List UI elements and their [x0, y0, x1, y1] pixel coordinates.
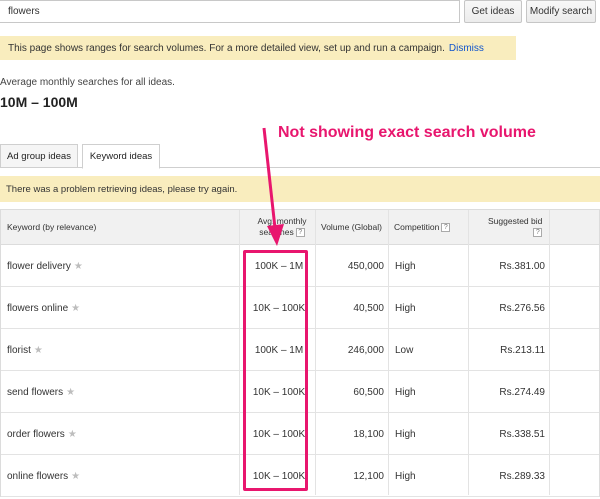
search-input[interactable] — [0, 0, 460, 23]
summary-value: 10M – 100M — [0, 94, 78, 110]
keyword-link[interactable]: flowers online — [7, 303, 68, 314]
volume-cell: 40,500 — [353, 302, 384, 314]
header-volume[interactable]: Volume (Global) — [321, 222, 382, 233]
summary-label: Average monthly searches for all ideas. — [0, 77, 175, 88]
bid-cell: Rs.381.00 — [499, 260, 545, 272]
volume-cell: 246,000 — [347, 344, 384, 356]
competition-cell: High — [395, 302, 416, 314]
bid-cell: Rs.338.51 — [499, 428, 545, 440]
header-keyword[interactable]: Keyword (by relevance) — [7, 222, 96, 233]
help-icon[interactable]: ? — [295, 228, 305, 238]
header-bid-line1: Suggested bid — [488, 216, 543, 226]
star-icon[interactable]: ★ — [71, 471, 80, 482]
annotation-text: Not showing exact search volume — [278, 124, 536, 141]
header-suggested-bid[interactable]: Suggested bid ? — [488, 216, 543, 238]
keyword-link[interactable]: send flowers — [7, 387, 63, 398]
header-avg-line1: Avg. monthly — [257, 216, 307, 226]
header-competition[interactable]: Competition? — [394, 222, 451, 233]
header-avg-line2-wrap: searches? — [253, 227, 311, 238]
keyword-link[interactable]: florist — [7, 345, 31, 356]
keyword-cell: online flowers ★ — [7, 455, 237, 497]
keyword-cell: flowers online ★ — [7, 287, 237, 329]
header-avg-monthly[interactable]: Avg. monthly searches? — [253, 216, 311, 238]
bid-cell: Rs.289.33 — [499, 470, 545, 482]
volume-cell: 450,000 — [347, 260, 384, 272]
competition-cell: Low — [395, 344, 414, 356]
keyword-link[interactable]: online flowers — [7, 471, 68, 482]
star-icon[interactable]: ★ — [74, 261, 83, 272]
star-icon[interactable]: ★ — [34, 345, 43, 356]
volume-cell: 18,100 — [353, 428, 384, 440]
competition-cell: High — [395, 260, 416, 272]
bid-cell: Rs.274.49 — [499, 386, 545, 398]
tab-ad-group-ideas[interactable]: Ad group ideas — [0, 144, 78, 168]
modify-search-button[interactable]: Modify search — [526, 0, 596, 23]
get-ideas-button[interactable]: Get ideas — [464, 0, 522, 23]
competition-cell: High — [395, 386, 416, 398]
keyword-cell: florist ★ — [7, 329, 237, 371]
help-icon[interactable]: ? — [533, 228, 543, 238]
header-bid-help-wrap: ? — [488, 227, 543, 238]
notice-text: This page shows ranges for search volume… — [8, 42, 445, 54]
range-notice: This page shows ranges for search volume… — [0, 36, 516, 60]
keyword-cell: flower delivery ★ — [7, 245, 237, 287]
error-banner: There was a problem retrieving ideas, pl… — [0, 176, 600, 202]
volume-cell: 60,500 — [353, 386, 384, 398]
tab-keyword-ideas[interactable]: Keyword ideas — [82, 144, 160, 169]
bid-cell: Rs.213.11 — [500, 344, 545, 356]
keyword-cell: order flowers ★ — [7, 413, 237, 455]
keyword-link[interactable]: order flowers — [7, 429, 65, 440]
dismiss-link[interactable]: Dismiss — [449, 43, 484, 54]
table-header: Keyword (by relevance) Avg. monthly sear… — [1, 210, 599, 245]
header-avg-line2: searches — [259, 227, 294, 237]
bid-cell: Rs.276.56 — [499, 302, 545, 314]
competition-cell: High — [395, 428, 416, 440]
header-competition-label: Competition — [394, 222, 440, 232]
star-icon[interactable]: ★ — [68, 429, 77, 440]
highlight-box — [243, 250, 308, 491]
keyword-cell: send flowers ★ — [7, 371, 237, 413]
help-icon[interactable]: ? — [441, 223, 451, 233]
star-icon[interactable]: ★ — [66, 387, 75, 398]
keyword-link[interactable]: flower delivery — [7, 261, 71, 272]
volume-cell: 12,100 — [353, 470, 384, 482]
star-icon[interactable]: ★ — [71, 303, 80, 314]
competition-cell: High — [395, 470, 416, 482]
